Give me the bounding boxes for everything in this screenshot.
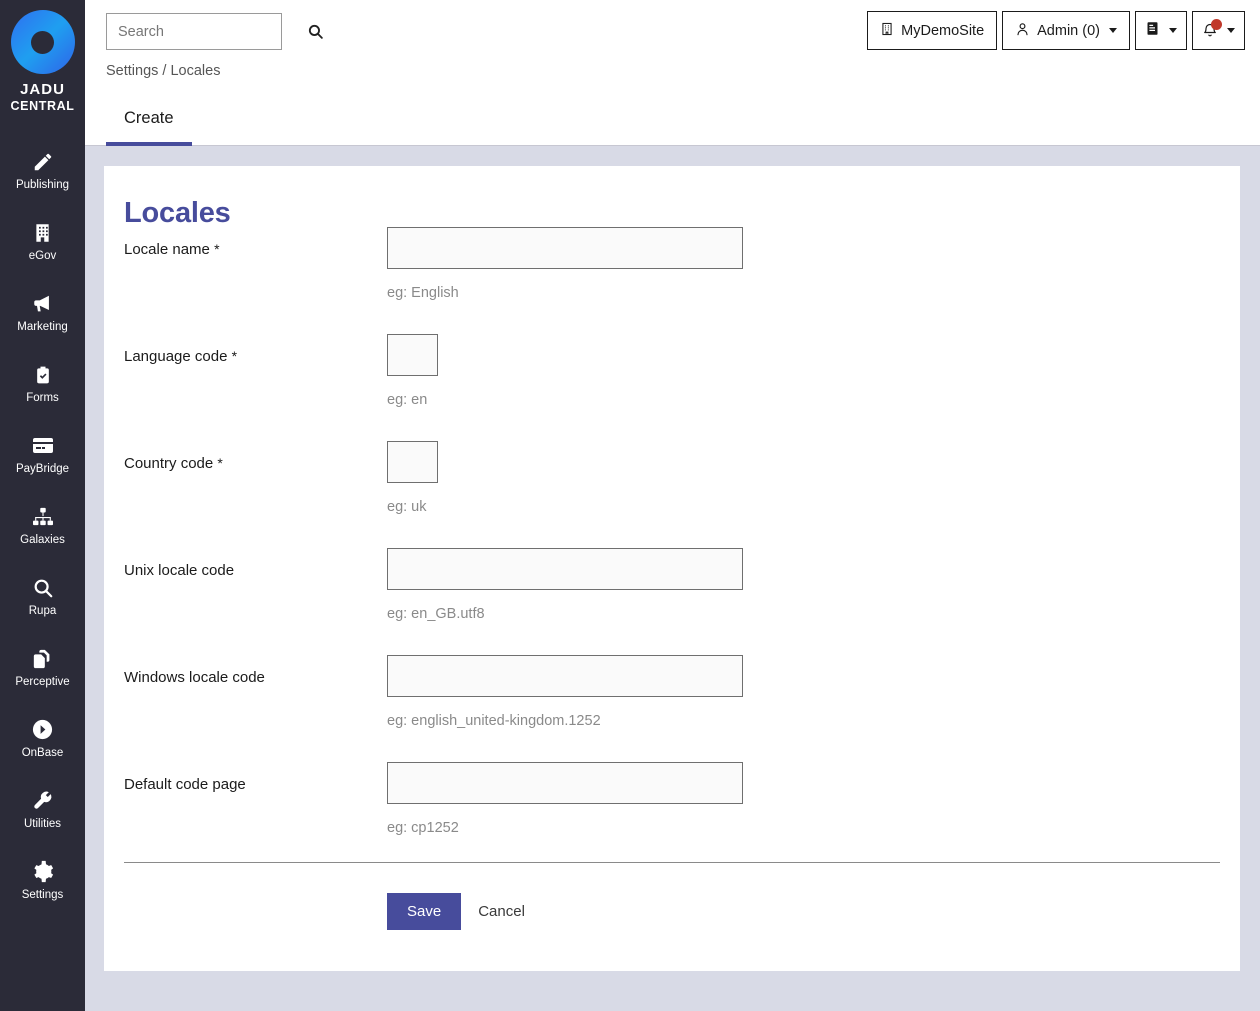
building-icon	[880, 21, 894, 41]
field-label: Country code *	[124, 455, 223, 472]
search-input[interactable]	[116, 22, 307, 41]
sidebar-item-perceptive[interactable]: Perceptive	[0, 632, 85, 703]
bell-icon	[1202, 19, 1222, 39]
notification-badge-dot	[1211, 19, 1222, 30]
language-code-input[interactable]	[387, 334, 438, 376]
sidebar-item-rupa[interactable]: Rupa	[0, 561, 85, 632]
sidebar-item-egov[interactable]: eGov	[0, 206, 85, 277]
country-code-input[interactable]	[387, 441, 438, 483]
field-label: Windows locale code	[124, 669, 265, 686]
field-hint: eg: English	[387, 285, 459, 301]
search-box[interactable]	[106, 13, 323, 50]
sidebar-item-label: Utilities	[23, 817, 62, 830]
app-root: JADU CENTRAL Publishing eGov Marketing F…	[0, 0, 1260, 1011]
field-locale-name: Locale name * eg: English	[124, 224, 1220, 331]
field-label: Default code page	[124, 776, 246, 793]
sidebar-item-label: Forms	[26, 391, 59, 404]
sidebar-item-label: Rupa	[28, 604, 57, 617]
field-label: Language code *	[124, 348, 238, 365]
sidebar-item-paybridge[interactable]: PayBridge	[0, 419, 85, 490]
brand-line-2: CENTRAL	[10, 98, 75, 113]
field-label: Locale name *	[124, 241, 220, 258]
sidebar-item-utilities[interactable]: Utilities	[0, 774, 85, 845]
sidebar-item-label: Marketing	[17, 320, 68, 333]
clipboard-check-icon	[33, 363, 53, 387]
magnifier-icon	[32, 576, 54, 600]
admin-menu-button[interactable]: Admin (0)	[1002, 11, 1130, 50]
sidebar-item-label: OnBase	[21, 746, 64, 759]
documents-icon	[32, 647, 54, 671]
docs-menu-button[interactable]	[1135, 11, 1187, 50]
admin-menu-label: Admin (0)	[1037, 22, 1100, 39]
tab-create[interactable]: Create	[106, 95, 192, 146]
field-label: Unix locale code	[124, 562, 235, 579]
sidebar: JADU CENTRAL Publishing eGov Marketing F…	[0, 0, 85, 1011]
chevron-down-icon	[1109, 28, 1117, 33]
site-selector-button[interactable]: MyDemoSite	[867, 11, 998, 50]
required-marker: *	[231, 348, 238, 364]
sidebar-item-label: Perceptive	[15, 675, 70, 688]
form-divider	[124, 862, 1220, 863]
gear-icon	[31, 860, 54, 884]
field-default-code-page: Default code page eg: cp1252	[124, 759, 1220, 866]
sidebar-item-label: Publishing	[15, 178, 70, 191]
brand-logo[interactable]: JADU CENTRAL	[10, 10, 75, 113]
sidebar-item-onbase[interactable]: OnBase	[0, 703, 85, 774]
required-marker: *	[214, 241, 220, 257]
top-bar: Settings / Locales MyDemoSite Admin (0)	[85, 0, 1260, 95]
search-icon[interactable]	[307, 23, 324, 40]
sidebar-item-label: PayBridge	[15, 462, 70, 475]
locales-form-card: Locales Locale name * eg: English Langua…	[104, 166, 1240, 971]
sitemap-icon	[32, 505, 54, 529]
breadcrumb: Settings / Locales	[106, 63, 221, 79]
windows-locale-code-input[interactable]	[387, 655, 743, 697]
cancel-button[interactable]: Cancel	[474, 903, 529, 920]
megaphone-icon	[31, 292, 54, 316]
sidebar-item-galaxies[interactable]: Galaxies	[0, 490, 85, 561]
notifications-button[interactable]	[1192, 11, 1245, 50]
sidebar-item-forms[interactable]: Forms	[0, 348, 85, 419]
field-country-code: Country code * eg: uk	[124, 438, 1220, 545]
building-icon	[32, 221, 53, 245]
default-code-page-input[interactable]	[387, 762, 743, 804]
circle-arrow-right-icon	[31, 718, 54, 742]
field-language-code: Language code * eg: en	[124, 331, 1220, 438]
sidebar-nav: Publishing eGov Marketing Forms PayBridg…	[0, 135, 85, 916]
brand-line-1: JADU	[20, 81, 65, 98]
required-marker: *	[217, 455, 223, 471]
field-hint: eg: cp1252	[387, 820, 459, 836]
chevron-down-icon	[1227, 28, 1235, 33]
locales-form: Locale name * eg: English Language code …	[124, 224, 1220, 866]
book-icon	[1145, 20, 1160, 41]
field-hint: eg: english_united-kingdom.1252	[387, 713, 601, 729]
sidebar-item-label: eGov	[28, 249, 57, 262]
site-selector-label: MyDemoSite	[901, 22, 985, 39]
field-hint: eg: en	[387, 392, 428, 408]
sidebar-item-label: Galaxies	[20, 533, 65, 546]
pencil-icon	[32, 150, 54, 174]
form-actions: Save Cancel	[387, 893, 529, 930]
page-content: Locales Locale name * eg: English Langua…	[85, 146, 1260, 1011]
wrench-icon	[32, 789, 54, 813]
header-actions: MyDemoSite Admin (0)	[867, 11, 1245, 50]
brand-text: JADU CENTRAL	[10, 81, 75, 113]
locale-name-input[interactable]	[387, 227, 743, 269]
field-hint: eg: uk	[387, 499, 427, 515]
logo-inner-hole	[31, 30, 54, 54]
field-windows-locale-code: Windows locale code eg: english_united-k…	[124, 652, 1220, 759]
sidebar-item-publishing[interactable]: Publishing	[0, 135, 85, 206]
sidebar-item-settings[interactable]: Settings	[0, 845, 85, 916]
chevron-down-icon	[1169, 28, 1177, 33]
user-icon	[1015, 21, 1030, 41]
field-hint: eg: en_GB.utf8	[387, 606, 485, 622]
sidebar-item-marketing[interactable]: Marketing	[0, 277, 85, 348]
tab-bar: Create	[85, 95, 1260, 146]
jadu-ring-logo-icon	[10, 10, 75, 74]
sidebar-item-label: Settings	[21, 888, 64, 901]
credit-card-icon	[31, 434, 55, 458]
field-unix-locale-code: Unix locale code eg: en_GB.utf8	[124, 545, 1220, 652]
save-button[interactable]: Save	[387, 893, 462, 930]
unix-locale-code-input[interactable]	[387, 548, 743, 590]
